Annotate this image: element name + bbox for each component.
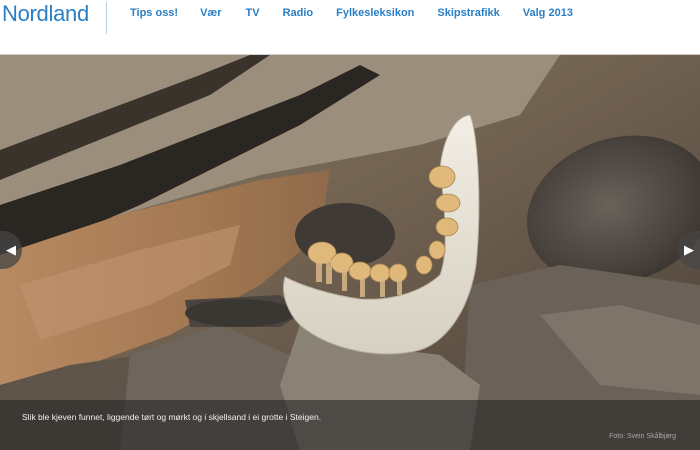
nav-item-fylkesleksikon[interactable]: Fylkesleksikon	[336, 7, 414, 19]
brand-divider	[106, 2, 107, 34]
arrow-left-icon: ◀	[6, 242, 16, 257]
jawbone-photo	[0, 55, 700, 450]
image-slideshow: ◀ ▶ Slik ble kjeven funnet, liggende tør…	[0, 54, 700, 450]
nav-item-tips[interactable]: Tips oss!	[130, 7, 178, 19]
arrow-right-icon: ▶	[684, 242, 694, 257]
caption-bar: Slik ble kjeven funnet, liggende tørt og…	[0, 400, 700, 450]
nav-item-radio[interactable]: Radio	[283, 7, 314, 19]
nav-item-vaer[interactable]: Vær	[200, 7, 221, 19]
nav-item-skipstrafikk[interactable]: Skipstrafikk	[437, 7, 499, 19]
site-header: Nordland Tips oss! Vær TV Radio Fylkesle…	[0, 0, 700, 54]
brand-logo[interactable]: Nordland	[2, 0, 89, 34]
photo-credit: Foto: Svein Skålbjørg	[609, 433, 676, 440]
main-nav: Tips oss! Vær TV Radio Fylkesleksikon Sk…	[130, 7, 595, 19]
nav-item-valg-2013[interactable]: Valg 2013	[523, 7, 573, 19]
image-caption: Slik ble kjeven funnet, liggende tørt og…	[22, 412, 322, 422]
nav-item-tv[interactable]: TV	[246, 7, 260, 19]
